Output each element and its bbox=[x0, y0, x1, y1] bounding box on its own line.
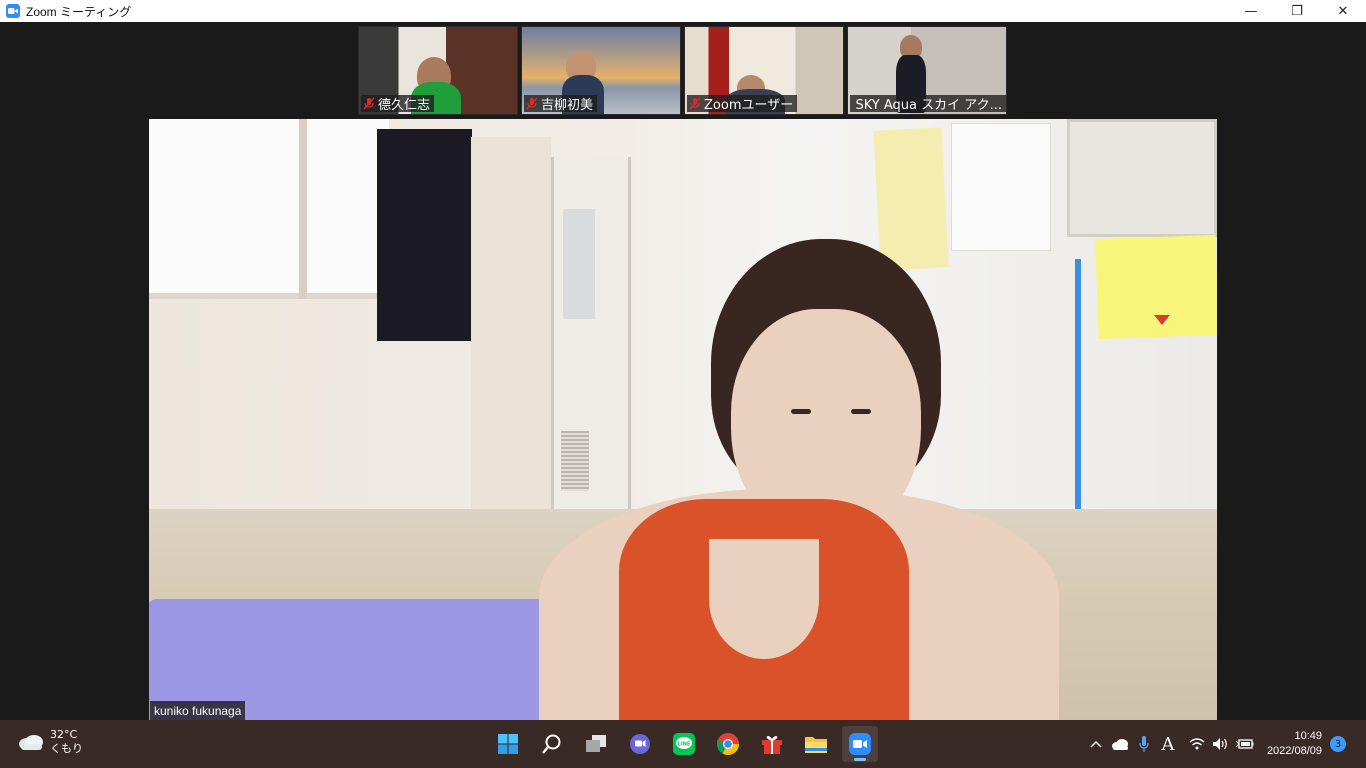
speaker-eye bbox=[791, 409, 811, 414]
participant-video[interactable]: SKY Aqua スカイ アク... bbox=[847, 26, 1007, 115]
active-speaker-video[interactable] bbox=[149, 119, 1217, 720]
gift-icon[interactable] bbox=[754, 726, 790, 762]
arrow-down-icon bbox=[1154, 315, 1170, 325]
participant-name-tag: Zoomユーザー bbox=[687, 95, 798, 112]
teams-chat-icon[interactable] bbox=[622, 726, 658, 762]
speaker-name-tag: kuniko fukunaga bbox=[150, 701, 246, 720]
taskbar: 32°C くもり LINE A 10:49 2022/08/09 3 bbox=[0, 720, 1366, 768]
pillar bbox=[471, 137, 551, 517]
search-icon[interactable] bbox=[534, 726, 570, 762]
cloud-icon bbox=[18, 734, 44, 750]
clock-time: 10:49 bbox=[1294, 730, 1322, 742]
clock[interactable]: 10:49 2022/08/09 bbox=[1267, 729, 1322, 759]
zoom-icon[interactable] bbox=[842, 726, 878, 762]
minimize-button[interactable]: — bbox=[1228, 0, 1274, 22]
restore-button[interactable]: ❐ bbox=[1274, 0, 1320, 22]
participant-name: SKY Aqua スカイ アク... bbox=[855, 98, 1002, 112]
meeting-area: 德久仁志 吉柳初美 Zoomユーザー SKY Aqua スカイ アク... ku… bbox=[0, 22, 1366, 720]
file-explorer-icon[interactable] bbox=[798, 726, 834, 762]
task-view-icon[interactable] bbox=[578, 726, 614, 762]
start-icon[interactable] bbox=[490, 726, 526, 762]
zoom-app-icon bbox=[6, 4, 20, 18]
door-vent bbox=[561, 431, 589, 491]
participant-name: 吉柳初美 bbox=[541, 98, 594, 112]
chevron-up-icon[interactable] bbox=[1085, 733, 1107, 755]
poster bbox=[873, 127, 949, 271]
close-button[interactable]: ✕ bbox=[1320, 0, 1366, 22]
mic-muted-icon bbox=[363, 97, 375, 110]
weather-condition: くもり bbox=[50, 742, 83, 755]
door-window bbox=[563, 209, 595, 319]
speaker-neckline bbox=[709, 539, 819, 659]
participant-name-tag: SKY Aqua スカイ アク... bbox=[850, 95, 1006, 112]
onedrive-cloud-icon[interactable] bbox=[1109, 733, 1131, 755]
whiteboard bbox=[1067, 119, 1217, 237]
mic-muted-icon bbox=[689, 97, 701, 110]
mic-muted-icon bbox=[526, 97, 538, 110]
svg-text:LINE: LINE bbox=[678, 742, 691, 748]
participant-video[interactable]: 德久仁志 bbox=[358, 26, 518, 115]
battery-icon[interactable] bbox=[1234, 733, 1256, 755]
window-title: Zoom ミーティング bbox=[26, 4, 132, 19]
participant-name: 德久仁志 bbox=[378, 98, 431, 112]
ime-indicator[interactable]: A bbox=[1157, 733, 1179, 755]
window-frame bbox=[299, 119, 307, 299]
volume-icon[interactable] bbox=[1210, 733, 1232, 755]
curtain bbox=[377, 129, 472, 341]
title-bar: Zoom ミーティング — ❐ ✕ bbox=[0, 0, 1366, 22]
speaker-eye bbox=[851, 409, 871, 414]
participant-strip: 德久仁志 吉柳初美 Zoomユーザー SKY Aqua スカイ アク... bbox=[358, 26, 1007, 115]
notification-badge[interactable]: 3 bbox=[1330, 736, 1346, 752]
system-tray: A 10:49 2022/08/09 3 bbox=[1084, 720, 1366, 768]
speaker-name: kuniko fukunaga bbox=[154, 703, 242, 718]
participant-name-tag: 吉柳初美 bbox=[524, 95, 598, 112]
wifi-icon[interactable] bbox=[1186, 733, 1208, 755]
participant-name-tag: 德久仁志 bbox=[361, 95, 435, 112]
line-icon[interactable]: LINE bbox=[666, 726, 702, 762]
weather-temp: 32°C bbox=[50, 728, 78, 741]
poster bbox=[951, 123, 1051, 251]
taskbar-apps: LINE bbox=[490, 726, 878, 762]
chrome-icon[interactable] bbox=[710, 726, 746, 762]
clock-date: 2022/08/09 bbox=[1266, 745, 1322, 757]
participant-video[interactable]: Zoomユーザー bbox=[684, 26, 844, 115]
microphone-icon[interactable] bbox=[1133, 733, 1155, 755]
weather-widget[interactable]: 32°C くもり bbox=[18, 728, 83, 756]
participant-name: Zoomユーザー bbox=[704, 98, 794, 112]
participant-video[interactable]: 吉柳初美 bbox=[521, 26, 681, 115]
window-pane bbox=[149, 119, 389, 299]
